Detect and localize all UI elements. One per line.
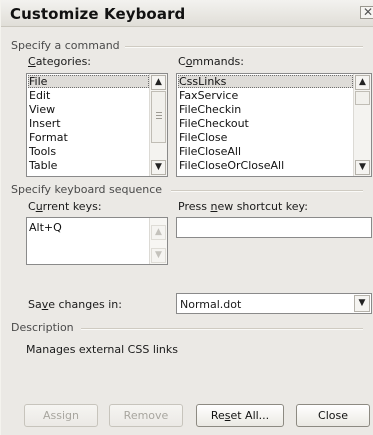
dialog-title: Customize Keyboard <box>10 5 186 23</box>
chevron-down-icon: ▼ <box>358 298 366 308</box>
list-item[interactable]: FileCheckin <box>178 103 241 116</box>
list-item[interactable]: FileClose <box>178 131 227 144</box>
commands-list[interactable]: CssLinks FaxService FileCheckin FileChec… <box>176 73 372 177</box>
specify-command-heading: Specify a command <box>11 39 120 52</box>
list-item[interactable]: CssLinks <box>178 75 353 88</box>
description-heading: Description <box>11 321 74 334</box>
current-keys-label: Current keys: <box>28 200 102 213</box>
scroll-thumb[interactable] <box>151 91 166 143</box>
commands-label: Commands: <box>178 55 244 68</box>
commands-scrollbar[interactable]: ▲ ▼ <box>353 74 371 176</box>
list-item[interactable]: FileCloseOrCloseAll <box>178 159 284 172</box>
current-keys-scrollbar: ▲ ▼ <box>149 218 167 264</box>
grip-line <box>156 115 162 116</box>
close-window-button[interactable]: ✕ <box>360 5 373 19</box>
section-divider <box>81 328 363 330</box>
list-item[interactable]: File <box>28 75 149 88</box>
categories-list[interactable]: File Edit View Insert Format Tools Table… <box>26 73 168 177</box>
chevron-down-icon: ▼ <box>155 162 162 172</box>
specify-sequence-heading: Specify keyboard sequence <box>11 183 163 196</box>
section-divider <box>125 46 363 48</box>
list-item[interactable]: FileCheckout <box>178 117 249 130</box>
new-shortcut-input[interactable] <box>176 217 372 238</box>
list-item[interactable]: FileCloseAll <box>178 145 241 158</box>
chevron-down-icon: ▼ <box>155 250 162 260</box>
chevron-down-icon: ▼ <box>359 162 366 172</box>
assign-button[interactable]: Assign <box>24 404 98 427</box>
list-item[interactable]: Table <box>28 159 57 172</box>
dropdown-button[interactable]: ▼ <box>354 295 370 312</box>
chevron-up-icon: ▲ <box>155 77 162 87</box>
remove-button[interactable]: Remove <box>109 404 183 427</box>
save-changes-select[interactable]: Normal.dot ▼ <box>176 293 372 314</box>
close-icon: ✕ <box>363 5 373 19</box>
scroll-down-button[interactable]: ▼ <box>151 160 166 175</box>
scroll-down-button[interactable]: ▼ <box>355 160 370 175</box>
list-item[interactable]: FaxService <box>178 89 238 102</box>
list-item[interactable]: Alt+Q <box>28 221 62 234</box>
scroll-up-button: ▲ <box>151 225 166 240</box>
current-keys-list[interactable]: Alt+Q ▲ ▼ <box>26 217 168 265</box>
list-item[interactable]: Tools <box>28 145 56 158</box>
grip-line <box>156 112 162 113</box>
description-text: Manages external CSS links <box>26 343 179 356</box>
close-button[interactable]: Close <box>296 404 370 427</box>
chevron-up-icon: ▲ <box>359 77 366 87</box>
categories-label: Categories: <box>28 55 92 68</box>
new-shortcut-label: Press new shortcut key: <box>178 200 308 213</box>
save-changes-value: Normal.dot <box>180 298 242 311</box>
categories-scrollbar[interactable]: ▲ ▼ <box>149 74 167 176</box>
grip-line <box>156 118 162 119</box>
list-item[interactable]: Edit <box>28 89 50 102</box>
chevron-up-icon: ▲ <box>155 227 162 237</box>
section-divider <box>171 190 363 192</box>
scroll-up-button[interactable]: ▲ <box>355 75 370 90</box>
reset-all-button[interactable]: Reset All... <box>196 404 284 427</box>
customize-keyboard-dialog: Customize Keyboard ✕ Specify a command C… <box>0 0 373 435</box>
scroll-down-button: ▼ <box>151 248 166 263</box>
scroll-thumb[interactable] <box>355 91 370 105</box>
title-bar: Customize Keyboard ✕ <box>1 0 373 27</box>
list-item[interactable]: View <box>28 103 55 116</box>
save-changes-label: Save changes in: <box>28 298 122 311</box>
list-item[interactable]: Insert <box>28 117 61 130</box>
list-item[interactable]: Format <box>28 131 68 144</box>
scroll-up-button[interactable]: ▲ <box>151 75 166 90</box>
